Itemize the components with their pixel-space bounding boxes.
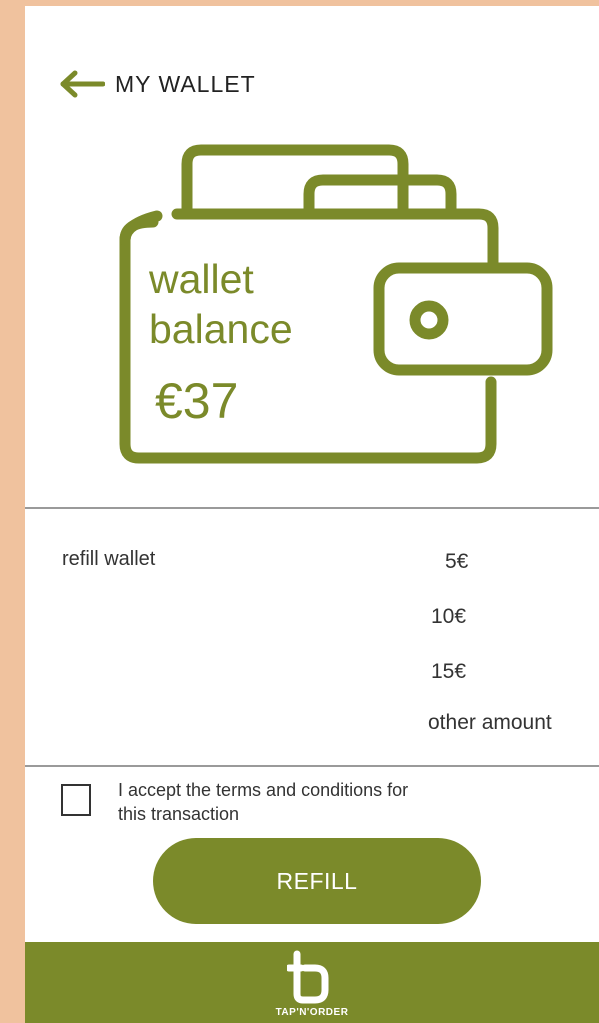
tapnorder-logo-icon xyxy=(287,950,329,1004)
wallet-balance-label: wallet balance xyxy=(149,256,293,352)
arrow-left-icon[interactable] xyxy=(59,70,105,98)
refill-button[interactable]: REFILL xyxy=(153,838,481,924)
terms-checkbox[interactable] xyxy=(61,784,91,816)
wallet-balance-amount: €37 xyxy=(155,373,239,429)
refill-wallet-label: refill wallet xyxy=(62,548,156,570)
divider xyxy=(25,507,599,509)
app-screen: MY WALLET wallet balance €37 refill wall… xyxy=(25,6,599,1023)
refill-option-10[interactable]: 10€ xyxy=(431,605,466,629)
header: MY WALLET xyxy=(59,70,256,98)
page-title: MY WALLET xyxy=(115,70,256,97)
refill-option-15[interactable]: 15€ xyxy=(431,660,466,684)
refill-option-5[interactable]: 5€ xyxy=(445,550,468,574)
brand-name: TAP'N'ORDER xyxy=(275,1007,349,1018)
refill-option-other[interactable]: other amount xyxy=(428,711,552,735)
terms-label: I accept the terms and conditions for th… xyxy=(118,780,409,824)
wallet-balance-card: wallet balance €37 xyxy=(117,144,557,466)
divider xyxy=(25,765,599,767)
footer: TAP'N'ORDER xyxy=(25,942,599,1023)
